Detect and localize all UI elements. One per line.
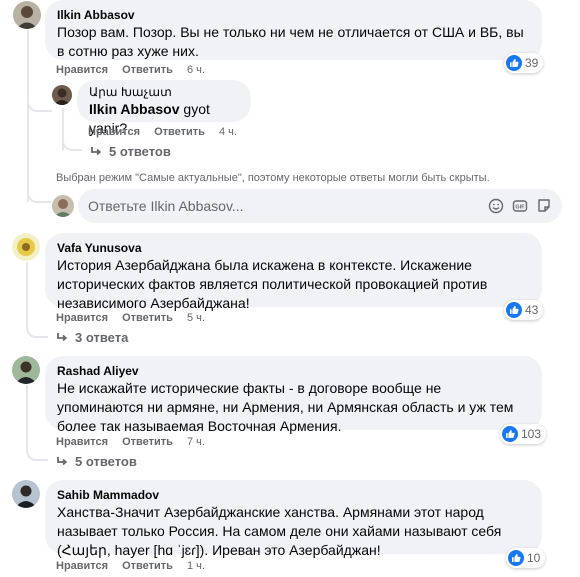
- like-button[interactable]: Нравится: [56, 63, 108, 77]
- thread-line: [26, 262, 28, 320]
- thread-branch: [26, 441, 48, 461]
- comment-author[interactable]: Vafa Yunusova: [57, 240, 530, 256]
- reaction-count-value: 10: [527, 551, 541, 565]
- avatar[interactable]: [12, 233, 40, 261]
- view-replies-button[interactable]: 5 ответов: [56, 454, 137, 470]
- reply-timestamp[interactable]: 4 ч.: [219, 125, 237, 139]
- gif-icon[interactable]: GIF: [512, 198, 528, 214]
- comment-timestamp[interactable]: 1 ч.: [187, 559, 205, 573]
- comment-bubble: Vafa Yunusova История Азербайджана была …: [45, 233, 542, 311]
- like-icon: [506, 55, 522, 71]
- comment-text: Ханства-Значит Азербайджанские ханства. …: [57, 504, 502, 558]
- replies-count: 5 ответов: [75, 454, 137, 469]
- comment-timestamp[interactable]: 7 ч.: [187, 435, 205, 449]
- reaction-count[interactable]: 103: [500, 424, 547, 444]
- like-icon: [508, 550, 524, 566]
- view-replies-button[interactable]: 3 ответа: [56, 330, 128, 346]
- like-button[interactable]: Нравится: [56, 311, 108, 325]
- comment-author[interactable]: Sahib Mammadov: [57, 487, 530, 503]
- comment-actions: Нравится Ответить 1 ч.: [56, 559, 219, 573]
- reply-arrow-icon: [57, 457, 68, 466]
- comment-author[interactable]: Ilkin Abbasov: [57, 7, 530, 23]
- reply-arrow-icon: [57, 333, 68, 342]
- svg-text:GIF: GIF: [515, 205, 525, 211]
- reply-author[interactable]: Արա Խաչատ: [89, 84, 239, 100]
- comment-actions: Нравится Ответить 6 ч.: [56, 63, 219, 77]
- avatar[interactable]: [12, 356, 40, 384]
- thread-branch: [27, 100, 52, 112]
- comment-bubble: Ilkin Abbasov Позор вам. Позор. Вы не то…: [45, 0, 542, 60]
- thread-line: [27, 30, 29, 202]
- thread-branch: [26, 318, 48, 338]
- like-button[interactable]: Нравится: [56, 559, 108, 573]
- avatar[interactable]: [12, 480, 40, 508]
- reaction-count-value: 103: [521, 427, 542, 441]
- comment-timestamp[interactable]: 5 ч.: [187, 311, 205, 325]
- like-button[interactable]: Нравится: [88, 125, 140, 139]
- emoji-icon[interactable]: [488, 198, 504, 214]
- sort-notice: Выбран режим "Самые актуальные", поэтому…: [56, 172, 490, 184]
- comment-actions: Нравится Ответить 5 ч.: [56, 311, 219, 325]
- comment-text: История Азербайджана была искажена в кон…: [57, 257, 488, 311]
- reaction-count-value: 39: [525, 56, 539, 70]
- thread-line: [26, 385, 28, 443]
- current-user-avatar: [52, 195, 74, 217]
- comment-author[interactable]: Rashad Aliyev: [57, 363, 530, 379]
- reply-composer: GIF: [78, 189, 562, 223]
- reaction-count[interactable]: 43: [504, 300, 544, 320]
- reaction-count-value: 43: [525, 303, 539, 317]
- avatar[interactable]: [13, 1, 41, 29]
- reaction-count[interactable]: 39: [504, 53, 544, 73]
- comment-bubble: Sahib Mammadov Ханства-Значит Азербайджа…: [45, 480, 542, 558]
- avatar[interactable]: [52, 85, 72, 105]
- replies-count: 3 ответа: [75, 330, 129, 345]
- comment-timestamp[interactable]: 6 ч.: [187, 63, 205, 77]
- reply-button[interactable]: Ответить: [122, 63, 173, 77]
- reply-input[interactable]: [88, 198, 480, 214]
- thread-branch: [62, 135, 82, 151]
- mention-link[interactable]: Ilkin Abbasov: [89, 101, 180, 117]
- reply-arrow-icon: [91, 147, 102, 156]
- comment-text: Не искажайте исторические факты - в дого…: [57, 380, 514, 434]
- reply-actions: Нравится Ответить 4 ч.: [88, 125, 251, 139]
- comment-text: Позор вам. Позор. Вы не только ни чем не…: [57, 24, 524, 59]
- thread-branch: [27, 185, 51, 203]
- reply-button[interactable]: Ответить: [122, 559, 173, 573]
- like-icon: [506, 302, 522, 318]
- reply-button[interactable]: Ответить: [154, 125, 205, 139]
- sticker-icon[interactable]: [536, 198, 552, 214]
- reply-button[interactable]: Ответить: [122, 435, 173, 449]
- view-replies-button[interactable]: 5 ответов: [90, 144, 171, 160]
- like-icon: [502, 426, 518, 442]
- comment-actions: Нравится Ответить 7 ч.: [56, 435, 219, 449]
- replies-count: 5 ответов: [109, 144, 171, 159]
- comment-bubble: Rashad Aliyev Не искажайте исторические …: [45, 356, 542, 434]
- like-button[interactable]: Нравится: [56, 435, 108, 449]
- reply-button[interactable]: Ответить: [122, 311, 173, 325]
- reaction-count[interactable]: 10: [506, 548, 546, 568]
- reply-bubble: Արա Խաչատ Ilkin Abbasov gyot yanir?: [77, 80, 251, 136]
